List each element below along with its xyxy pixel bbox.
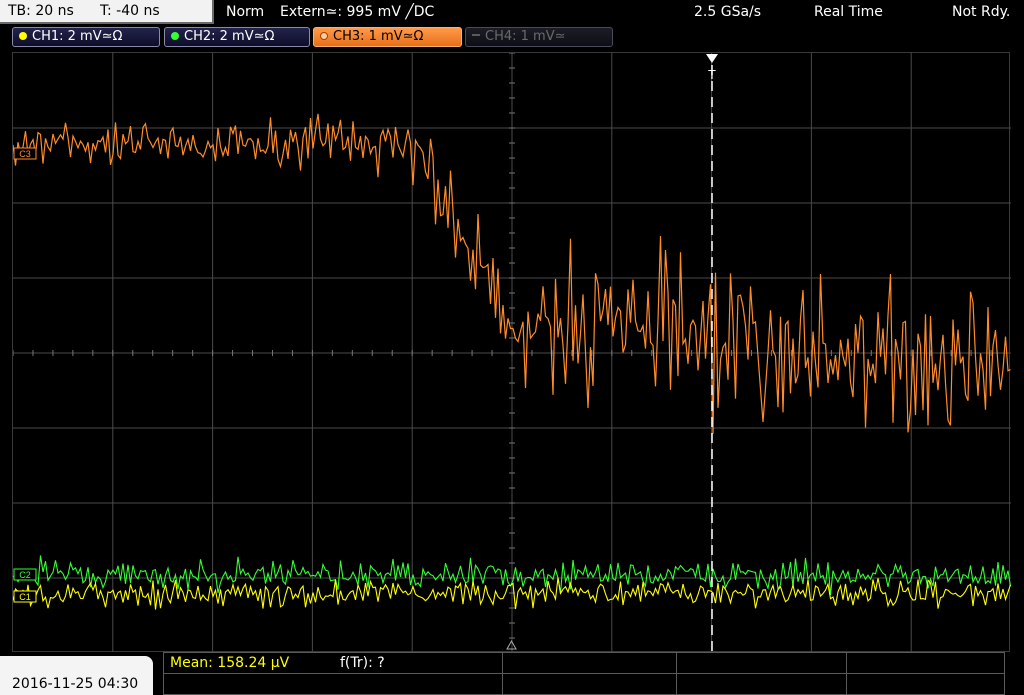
ch1-offset-marker[interactable]: C1 [13,590,37,603]
waveform-canvas[interactable]: T C3 C2 C1 [13,53,1011,653]
channel-tabs: CH1: 2 mV≃Ω CH2: 2 mV≃Ω CH3: 1 mV≃Ω CH4:… [0,26,1024,48]
measurement-panel[interactable]: Mean: 158.24 µV f(Tr): ? [163,652,1005,695]
run-status: Not Rdy. [952,4,1011,20]
measure-column-divider [846,653,847,695]
timebase-panel[interactable]: TB: 20 ns T: -40 ns [0,0,214,24]
channel-tab-ch1[interactable]: CH1: 2 mV≃Ω [12,27,160,47]
waveform-display[interactable]: T C3 C2 C1 [12,52,1011,653]
sample-rate: 2.5 GSa/s [694,4,762,20]
status-bar: TB: 20 ns T: -40 ns Norm Extern≃: 995 mV… [0,0,1024,24]
ch1-label: CH1: 2 mV≃Ω [32,29,123,44]
measure-column-divider [502,653,503,695]
trigger-source[interactable]: Extern≃: 995 mV ╱DC [280,0,434,24]
ch2-marker-label: C2 [19,570,31,580]
trigger-marker-label: T [708,67,716,82]
ch1-indicator-icon [19,32,27,40]
acquisition-mode[interactable]: Norm [226,0,264,24]
ch3-label: CH3: 1 mV≃Ω [333,29,424,44]
datetime-panel: 2016-11-25 04:30 [0,656,153,695]
channel-tab-ch4[interactable]: CH4: 1 mV≃ [465,27,613,47]
measure-divider [164,673,1004,674]
acquisition-mode-realtime: Real Time [814,4,883,20]
measurement-bar: 2016-11-25 04:30 Mean: 158.24 µV f(Tr): … [0,652,1024,695]
ch2-indicator-icon [171,32,179,40]
channel-tab-ch3[interactable]: CH3: 1 mV≃Ω [313,27,462,47]
ch3-marker-label: C3 [19,149,31,159]
ch4-off-icon [472,34,480,36]
ch1-marker-label: C1 [19,592,31,602]
ch3-indicator-icon [320,32,328,40]
ch4-label: CH4: 1 mV≃ [485,29,566,44]
trigger-marker-icon[interactable]: T [706,54,718,82]
measure-rise-freq[interactable]: f(Tr): ? [340,655,385,671]
ch2-label: CH2: 2 mV≃Ω [184,29,275,44]
ch2-offset-marker[interactable]: C2 [13,568,37,581]
timebase-value[interactable]: TB: 20 ns [8,0,74,22]
trigger-time-value[interactable]: T: -40 ns [100,0,160,22]
ch3-offset-marker[interactable]: C3 [13,147,37,160]
datetime-label: 2016-11-25 04:30 [12,676,139,692]
channel-tab-ch2[interactable]: CH2: 2 mV≃Ω [164,27,310,47]
measure-column-divider [676,653,677,695]
measure-mean[interactable]: Mean: 158.24 µV [170,655,289,671]
